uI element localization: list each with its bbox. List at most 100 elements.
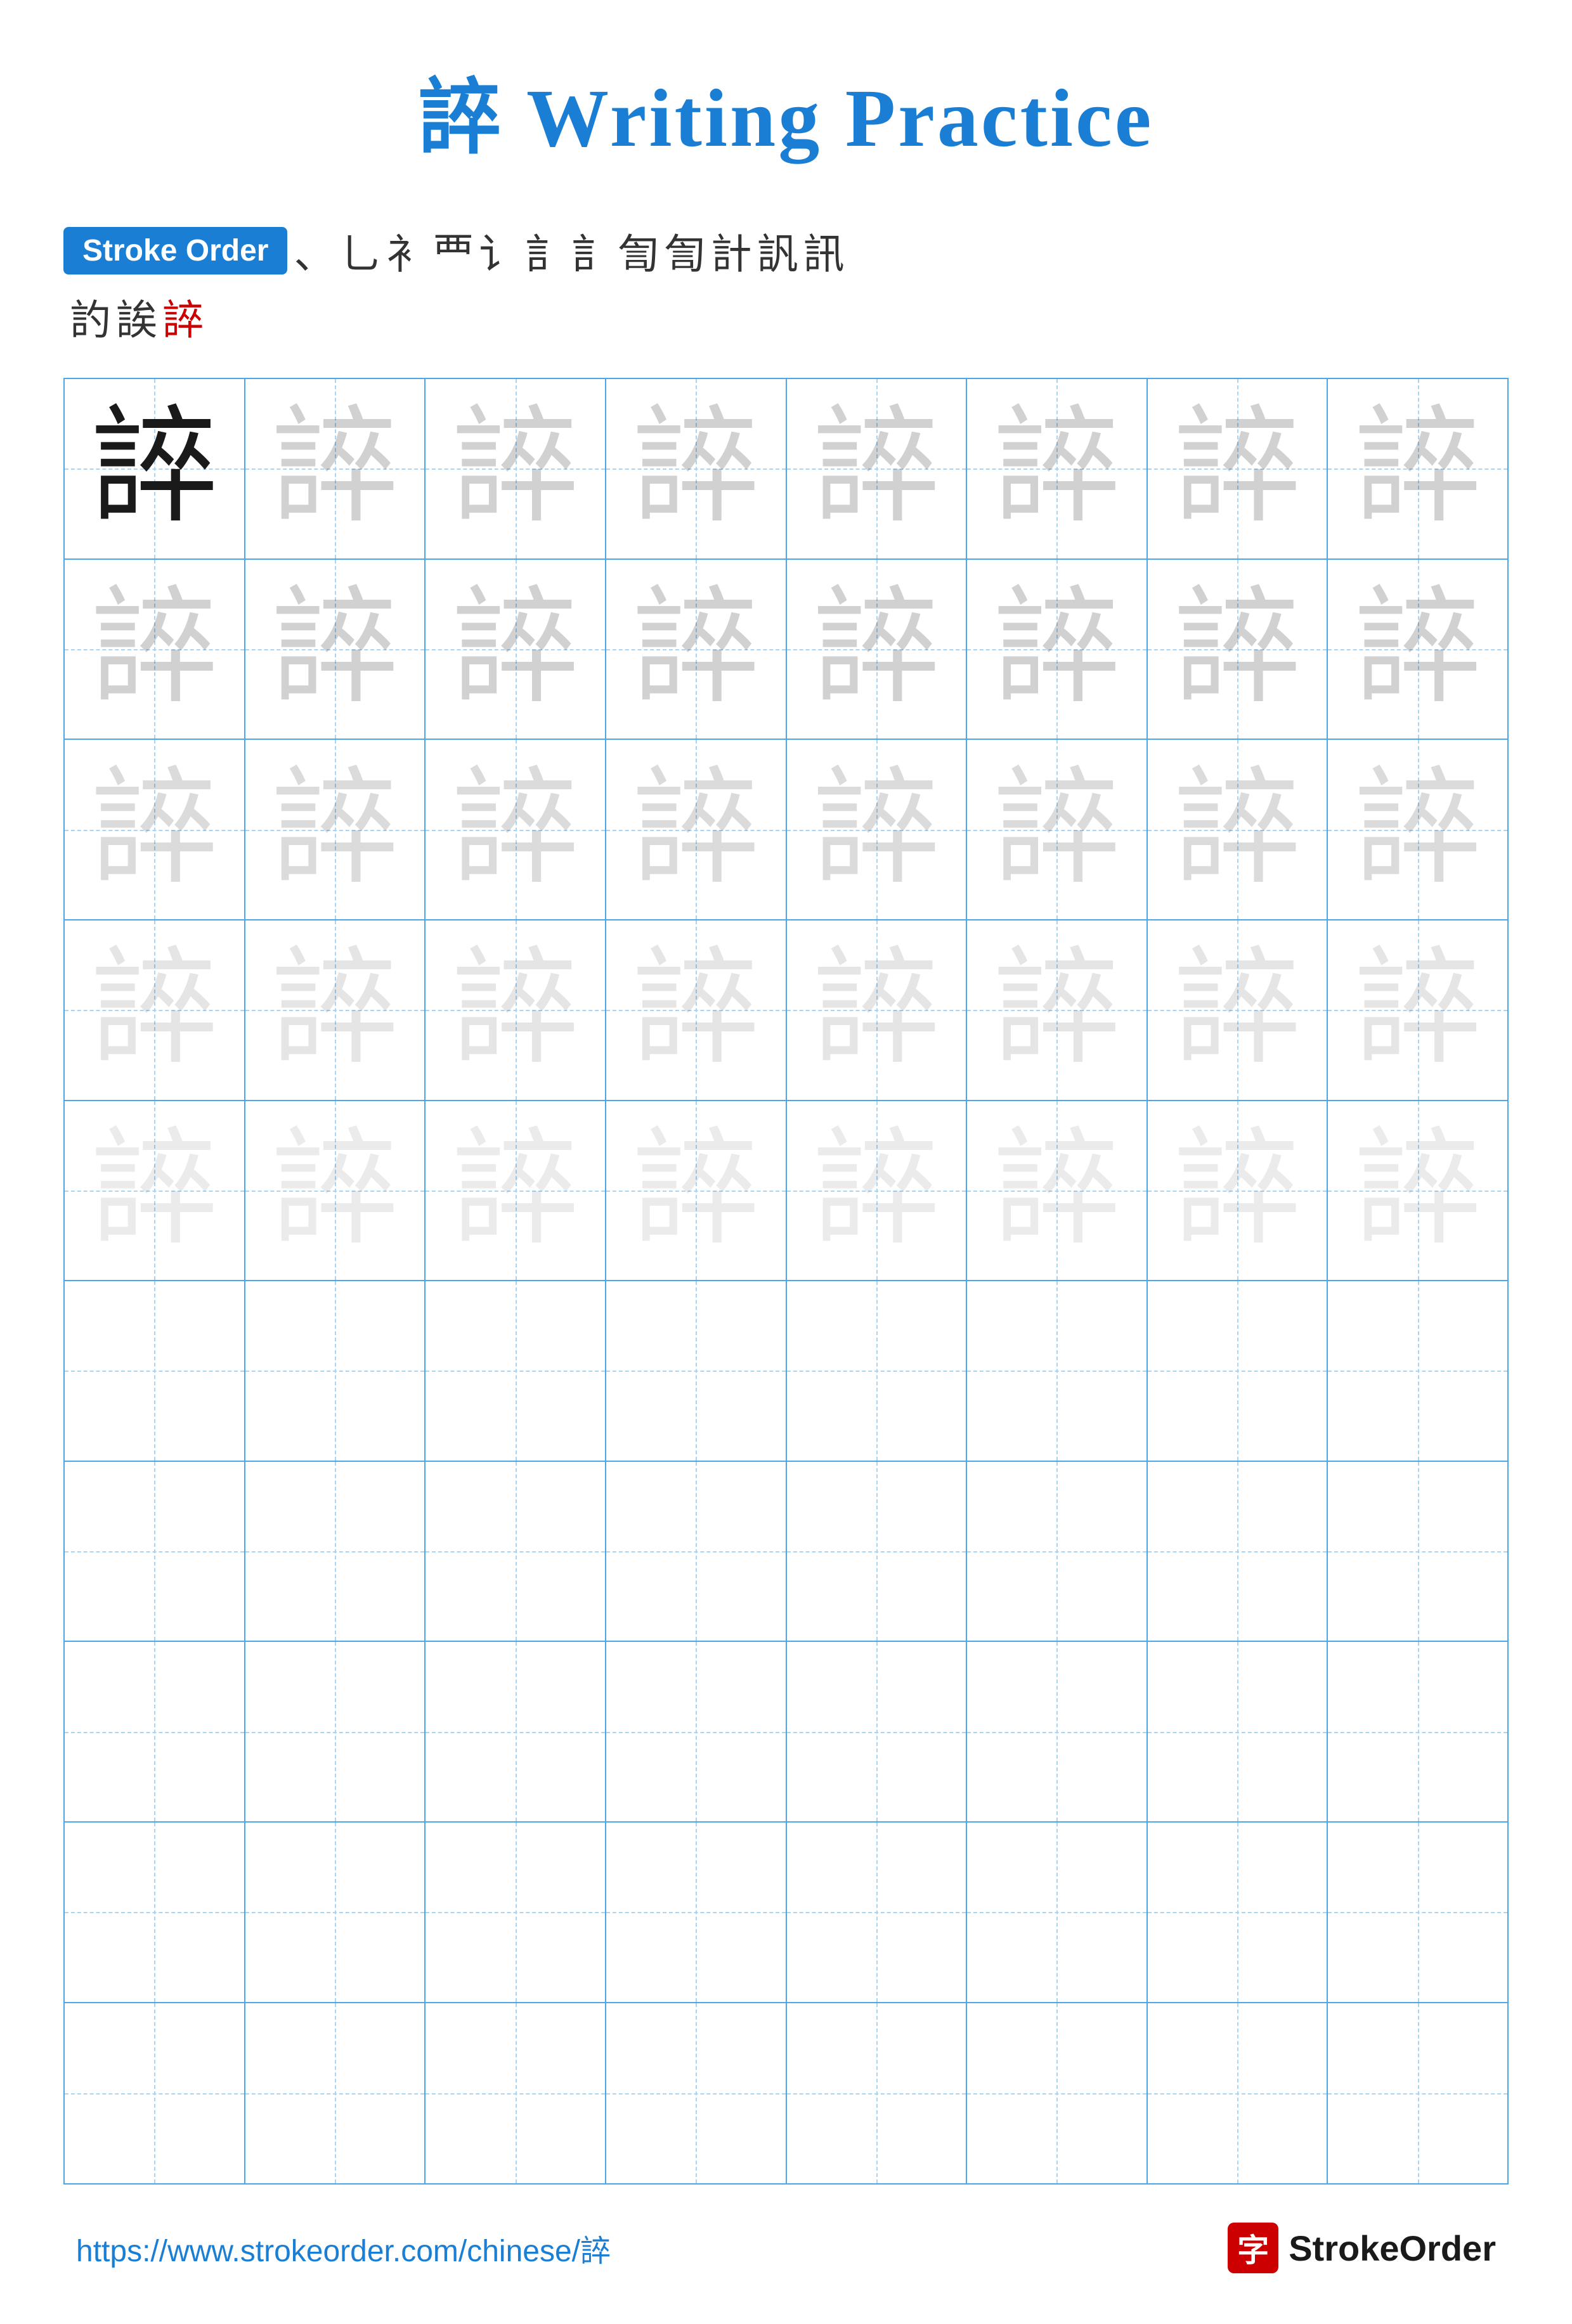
stroke-s1: 、: [294, 221, 335, 280]
char-display: 誶: [271, 1127, 398, 1254]
char-display: 誶: [813, 405, 940, 532]
grid-cell[interactable]: [425, 1462, 606, 1643]
grid-cell[interactable]: [425, 1281, 606, 1462]
grid-cell[interactable]: [425, 1642, 606, 1823]
char-display: 誶: [1174, 586, 1301, 713]
grid-cell[interactable]: [425, 1823, 606, 2003]
grid-cell: 誶: [787, 920, 968, 1101]
char-display: 誶: [91, 586, 218, 713]
brand-name: StrokeOrder: [1289, 2228, 1496, 2269]
grid-cell[interactable]: [1148, 1642, 1328, 1823]
grid-cell[interactable]: [245, 1281, 426, 1462]
grid-cell[interactable]: [787, 1281, 968, 1462]
char-display: 誶: [813, 766, 940, 893]
stroke-s6: 訁: [526, 221, 567, 280]
grid-cell[interactable]: [967, 1823, 1148, 2003]
grid-cell[interactable]: [606, 1642, 787, 1823]
grid-cell: 誶: [606, 740, 787, 920]
grid-cell[interactable]: [245, 1823, 426, 2003]
stroke-s3: ⻂: [386, 221, 427, 280]
grid-cell[interactable]: [245, 1642, 426, 1823]
grid-cell: 誶: [1328, 920, 1507, 1101]
grid-cell[interactable]: [65, 1462, 245, 1643]
grid-cell[interactable]: [967, 1281, 1148, 1462]
grid-cell[interactable]: [1328, 1462, 1507, 1643]
grid-cell: 誶: [606, 379, 787, 560]
grid-cell[interactable]: [606, 1823, 787, 2003]
char-display: 誶: [632, 946, 759, 1073]
grid-cell: 誶: [245, 560, 426, 740]
grid-cell[interactable]: [65, 2003, 245, 2184]
grid-cell[interactable]: [1328, 2003, 1507, 2184]
char-display: 誶: [1174, 946, 1301, 1073]
grid-row-9: [65, 1823, 1507, 2003]
practice-grid: 誶 誶 誶 誶 誶 誶 誶 誶 誶 誶 誶 誶 誶 誶 誶 誶 誶 誶 誶 誶 …: [63, 378, 1509, 2185]
char-display: 誶: [1174, 766, 1301, 893]
grid-cell[interactable]: [967, 2003, 1148, 2184]
grid-row-5: 誶 誶 誶 誶 誶 誶 誶 誶: [65, 1101, 1507, 1282]
grid-cell: 誶: [787, 740, 968, 920]
stroke-s11: 訉: [757, 221, 798, 280]
char-display: 誶: [271, 946, 398, 1073]
grid-cell[interactable]: [787, 1823, 968, 2003]
grid-cell[interactable]: [65, 1642, 245, 1823]
grid-cell: 誶: [1148, 740, 1328, 920]
grid-cell: 誶: [65, 379, 245, 560]
grid-cell: 誶: [787, 379, 968, 560]
grid-cell: 誶: [967, 560, 1148, 740]
grid-row-3: 誶 誶 誶 誶 誶 誶 誶 誶: [65, 740, 1507, 920]
grid-cell[interactable]: [1148, 1462, 1328, 1643]
grid-cell[interactable]: [1328, 1281, 1507, 1462]
char-display: 誶: [993, 946, 1120, 1073]
grid-cell: 誶: [967, 379, 1148, 560]
grid-row-6: [65, 1281, 1507, 1462]
grid-cell[interactable]: [787, 1462, 968, 1643]
grid-cell[interactable]: [787, 1642, 968, 1823]
footer-url[interactable]: https://www.strokeorder.com/chinese/誶: [76, 2226, 611, 2270]
stroke-s8: 訇: [618, 221, 659, 280]
grid-cell[interactable]: [606, 1462, 787, 1643]
grid-cell: 誶: [245, 379, 426, 560]
grid-row-10: [65, 2003, 1507, 2184]
char-display: 誶: [271, 586, 398, 713]
char-display: 誶: [91, 405, 218, 532]
grid-cell: 誶: [65, 560, 245, 740]
grid-cell[interactable]: [787, 2003, 968, 2184]
grid-cell[interactable]: [1328, 1642, 1507, 1823]
grid-cell: 誶: [967, 920, 1148, 1101]
stroke-order-badge: Stroke Order: [63, 227, 287, 274]
grid-cell[interactable]: [606, 2003, 787, 2184]
grid-cell: 誶: [65, 920, 245, 1101]
char-display: 誶: [91, 1127, 218, 1254]
char-display: 誶: [452, 766, 579, 893]
grid-cell[interactable]: [606, 1281, 787, 1462]
grid-cell[interactable]: [967, 1462, 1148, 1643]
grid-cell[interactable]: [245, 2003, 426, 2184]
grid-cell[interactable]: [1148, 1281, 1328, 1462]
grid-cell: 誶: [967, 1101, 1148, 1282]
char-display: 誶: [91, 946, 218, 1073]
char-display: 誶: [452, 946, 579, 1073]
grid-cell[interactable]: [65, 1823, 245, 2003]
grid-cell[interactable]: [1148, 1823, 1328, 2003]
stroke-s7: 訁: [572, 221, 613, 280]
grid-cell[interactable]: [425, 2003, 606, 2184]
grid-cell: 誶: [425, 560, 606, 740]
grid-cell[interactable]: [1328, 1823, 1507, 2003]
grid-cell[interactable]: [65, 1281, 245, 1462]
char-display: 誶: [452, 586, 579, 713]
grid-row-7: [65, 1462, 1507, 1643]
grid-cell: 誶: [425, 1101, 606, 1282]
grid-cell: 誶: [606, 920, 787, 1101]
brand-icon: 字: [1228, 2223, 1278, 2273]
grid-cell: 誶: [1328, 1101, 1507, 1282]
grid-cell: 誶: [1328, 560, 1507, 740]
char-display: 誶: [632, 1127, 759, 1254]
grid-cell[interactable]: [967, 1642, 1148, 1823]
stroke-order-row2: 訋 誒 誶: [63, 287, 1509, 346]
grid-cell[interactable]: [245, 1462, 426, 1643]
char-display: 誶: [632, 405, 759, 532]
grid-cell: 誶: [1328, 379, 1507, 560]
char-display: 誶: [452, 1127, 579, 1254]
grid-cell[interactable]: [1148, 2003, 1328, 2184]
